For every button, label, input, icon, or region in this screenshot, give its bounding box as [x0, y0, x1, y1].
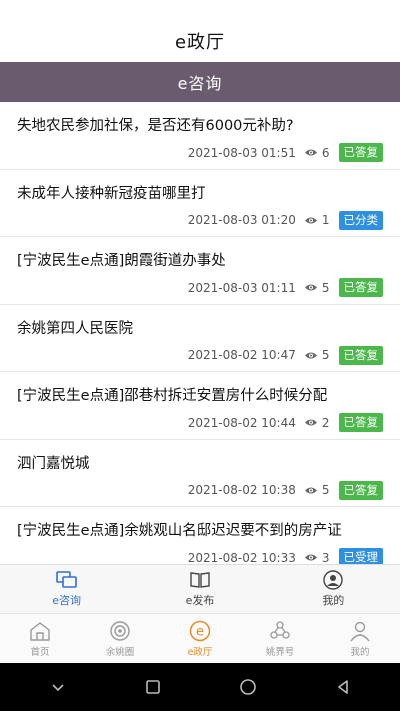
- list-item[interactable]: [宁波民生e点通]邵巷村拆迁安置房什么时候分配 2021-08-02 10:44 2…: [0, 372, 400, 440]
- home-icon: [30, 621, 50, 641]
- tab-consult[interactable]: e咨询: [0, 565, 133, 613]
- nav-circle[interactable]: 余姚圈: [80, 614, 160, 663]
- consultation-list: 失地农民参加社保，是否还有6000元补助? 2021-08-03 01:51 6 已答…: [0, 102, 400, 564]
- nav-home[interactable]: 首页: [0, 614, 80, 663]
- eye-icon: [304, 487, 317, 493]
- tab-mine[interactable]: 我的: [267, 565, 400, 613]
- item-views: 5: [321, 348, 330, 362]
- list-item[interactable]: [宁波民生e点通]余姚观山名邸迟迟要不到的房产证 2021-08-02 10:33…: [0, 507, 400, 564]
- home-circle-icon[interactable]: [238, 677, 258, 697]
- list-item[interactable]: [宁波民生e点通]朗霞街道办事处 2021-08-03 01:11 5 已答复: [0, 237, 400, 305]
- bottom-nav: 首页 余姚圈 e e政厅 姚界号 我的: [0, 613, 400, 663]
- tab-label: 我的: [322, 594, 345, 607]
- status-badge: 已受理: [338, 548, 383, 564]
- status-badge: 已答复: [338, 480, 383, 500]
- list-item[interactable]: 失地农民参加社保，是否还有6000元补助? 2021-08-03 01:51 6 已答…: [0, 102, 400, 170]
- item-time: 2021-08-02 10:33: [187, 550, 296, 565]
- app-title-bar: e政厅: [0, 0, 400, 62]
- status-badge: 已答复: [338, 413, 383, 432]
- eye-icon: [304, 149, 317, 156]
- tab-publish[interactable]: e发布: [133, 565, 266, 613]
- item-views: 3: [321, 550, 330, 565]
- nav-label: 姚界号: [265, 646, 295, 658]
- person-icon: [350, 621, 370, 641]
- item-time: 2021-08-02 10:38: [187, 483, 296, 497]
- item-title: [宁波民生e点通]朗霞街道办事处: [17, 253, 226, 269]
- item-meta: 2021-08-02 10:33 3 已受理: [187, 548, 383, 565]
- item-views: 1: [321, 213, 330, 227]
- eye-icon: [304, 284, 317, 291]
- people-icon: [270, 620, 290, 639]
- item-views: 6: [321, 145, 330, 160]
- list-item[interactable]: 余姚第四人民医院 2021-08-02 10:47 5 已答复: [0, 305, 400, 372]
- square-icon[interactable]: [143, 677, 163, 697]
- item-meta: 2021-08-03 01:20 1 已分类: [188, 210, 383, 230]
- item-title: 余姚第四人民医院: [17, 320, 133, 337]
- circle-icon: [110, 620, 130, 641]
- item-time: 2021-08-03 01:51: [187, 145, 296, 160]
- item-meta: 2021-08-03 01:11 5 已答复: [188, 278, 383, 298]
- status-badge: 已答复: [338, 143, 383, 162]
- item-time: 2021-08-03 01:11: [187, 280, 296, 295]
- list-item[interactable]: 未成年人接种新冠疫苗哪里打 2021-08-03 01:20 1 已分类: [0, 170, 400, 237]
- item-meta: 2021-08-02 10:44 2 已答复: [188, 413, 383, 433]
- eye-icon: [304, 217, 317, 223]
- item-views: 5: [321, 280, 330, 295]
- user-icon: [323, 570, 344, 590]
- tab-label: e咨询: [52, 594, 82, 607]
- item-title: 失地农民参加社保，是否还有6000元补助?: [17, 118, 294, 134]
- chat-icon: [55, 571, 77, 588]
- status-badge: 已答复: [338, 345, 383, 365]
- eye-icon: [304, 419, 317, 426]
- status-badge: 已分类: [338, 210, 383, 230]
- app-title: e政厅: [174, 32, 226, 53]
- nav-label: 余姚圈: [105, 646, 135, 658]
- nav-mine[interactable]: 我的: [320, 614, 400, 663]
- e-icon: e: [189, 620, 211, 641]
- nav-label: e政厅: [187, 646, 213, 658]
- eye-icon: [304, 554, 317, 561]
- item-time: 2021-08-02 10:47: [187, 348, 296, 362]
- item-time: 2021-08-02 10:44: [187, 415, 296, 430]
- tab-label: e发布: [185, 594, 215, 607]
- system-nav-bar: [0, 663, 400, 711]
- item-meta: 2021-08-02 10:38 5 已答复: [188, 480, 383, 500]
- section-title: e咨询: [177, 74, 223, 93]
- nav-egov[interactable]: e e政厅: [160, 614, 240, 663]
- item-title: [宁波民生e点通]余姚观山名邸迟迟要不到的房产证: [17, 523, 342, 539]
- item-meta: 2021-08-03 01:51 6 已答复: [188, 143, 383, 163]
- item-views: 2: [321, 415, 330, 430]
- chevron-down-icon[interactable]: [48, 677, 68, 697]
- eye-icon: [304, 352, 317, 358]
- item-title: 泗门嘉悦城: [17, 455, 90, 472]
- section-header: e咨询: [0, 62, 400, 102]
- nav-label: 我的: [350, 646, 370, 658]
- item-meta: 2021-08-02 10:47 5 已答复: [188, 345, 383, 365]
- item-title: 未成年人接种新冠疫苗哪里打: [17, 185, 206, 202]
- svg-text:e: e: [196, 624, 204, 639]
- nav-yaojie[interactable]: 姚界号: [240, 614, 320, 663]
- status-badge: 已答复: [338, 278, 383, 297]
- item-title: [宁波民生e点通]邵巷村拆迁安置房什么时候分配: [17, 388, 328, 404]
- nav-label: 首页: [30, 646, 50, 658]
- list-item[interactable]: 泗门嘉悦城 2021-08-02 10:38 5 已答复: [0, 440, 400, 507]
- item-views: 5: [321, 483, 330, 497]
- item-time: 2021-08-03 01:20: [187, 213, 296, 227]
- sub-tabs: e咨询 e发布 我的: [0, 564, 400, 613]
- book-icon: [190, 572, 210, 588]
- back-triangle-icon[interactable]: [333, 677, 353, 697]
